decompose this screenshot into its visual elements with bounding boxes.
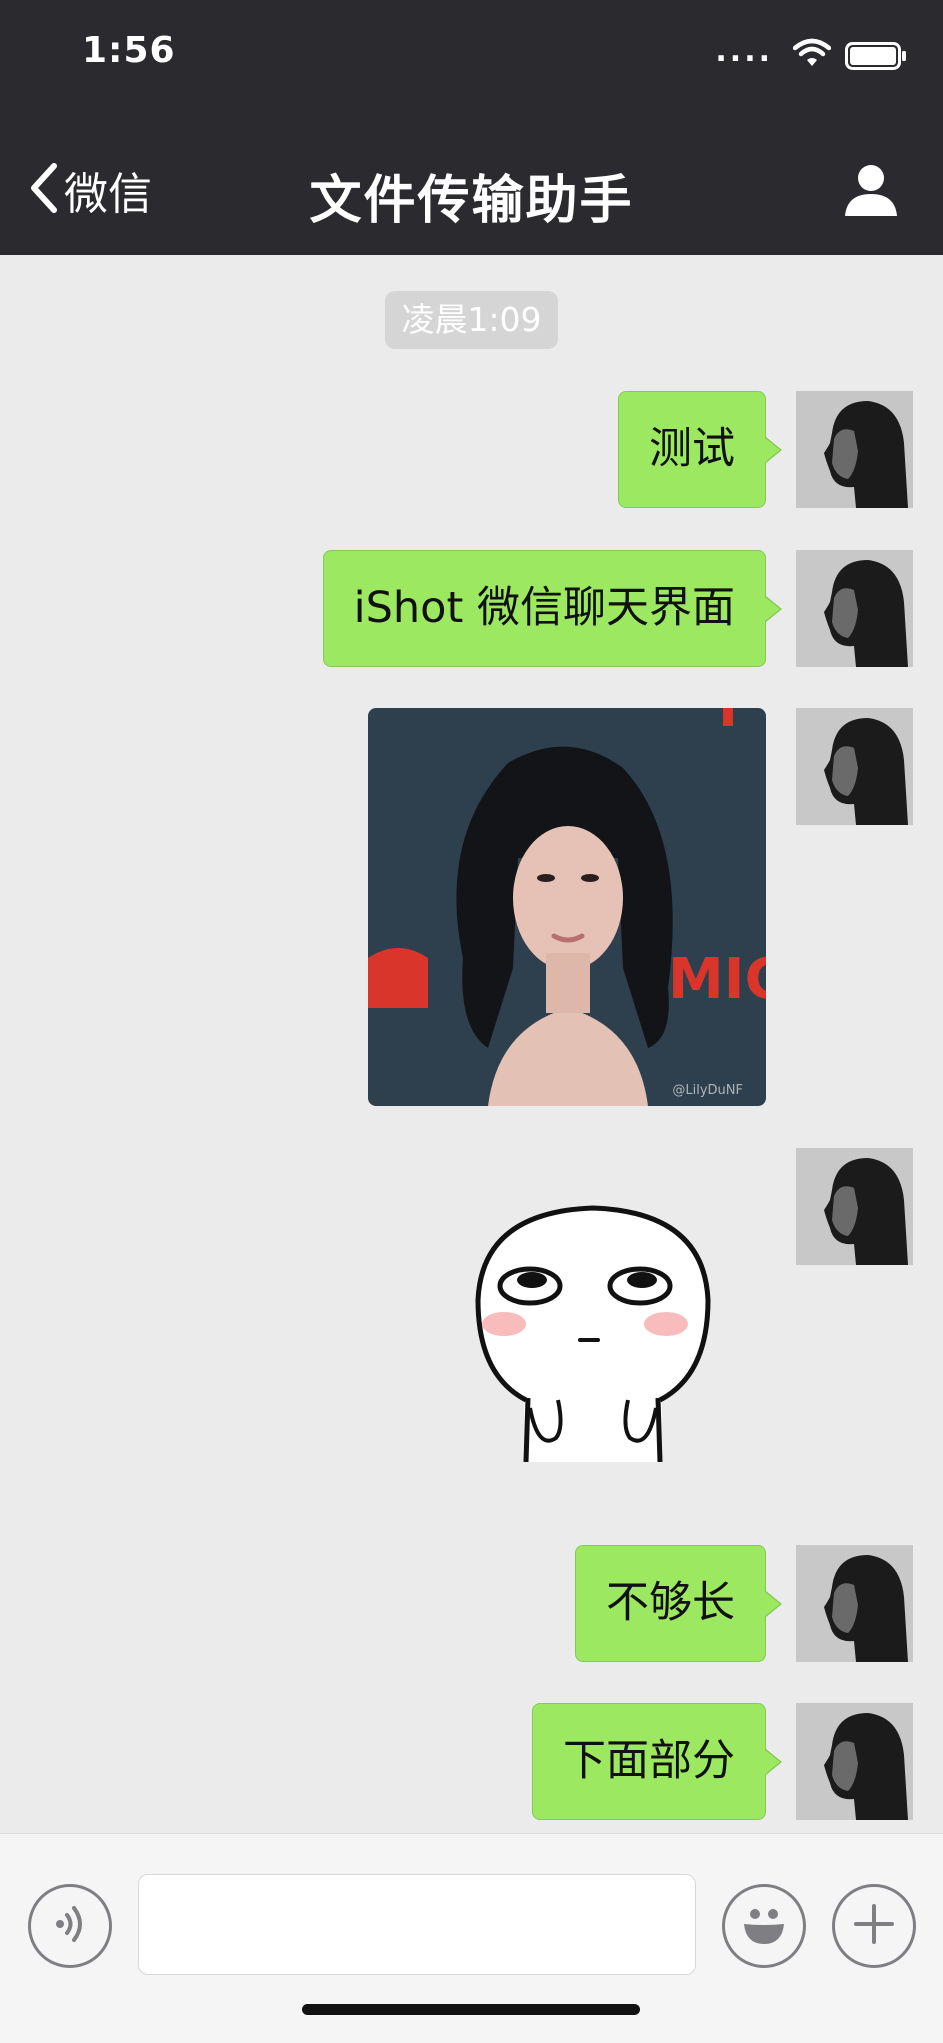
message-bubble[interactable]: 测试 (618, 391, 782, 508)
svg-text:MIC: MIC (668, 947, 766, 1012)
voice-icon (48, 1902, 92, 1950)
plus-icon (850, 1900, 898, 1952)
plus-button[interactable] (832, 1884, 916, 1968)
avatar[interactable] (796, 391, 913, 508)
message-input[interactable] (138, 1874, 696, 1975)
avatar[interactable] (796, 1148, 913, 1265)
avatar[interactable] (796, 550, 913, 667)
home-indicator[interactable] (302, 2004, 640, 2015)
avatar[interactable] (796, 1545, 913, 1662)
message-bubble[interactable]: 不够长 (575, 1545, 782, 1662)
status-time: 1:56 (82, 30, 176, 71)
chat-area[interactable]: 凌晨1:09 测试 iShot 微信聊天界面 MIC @LilyDuNF 不够长… (0, 255, 943, 1833)
message-bubble[interactable]: 下面部分 (532, 1703, 782, 1820)
message-bubble[interactable]: iShot 微信聊天界面 (322, 550, 783, 667)
message-image[interactable]: MIC @LilyDuNF (368, 708, 766, 1106)
profile-icon[interactable] (843, 162, 899, 222)
avatar[interactable] (796, 1703, 913, 1820)
battery-icon (845, 42, 907, 74)
nav-bar: 微信 文件传输助手 (0, 110, 943, 255)
avatar[interactable] (796, 708, 913, 825)
status-bar: 1:56 .... (0, 0, 943, 110)
emoji-button[interactable] (722, 1884, 806, 1968)
sticker-message[interactable] (468, 1200, 718, 1463)
voice-button[interactable] (28, 1884, 112, 1968)
input-bar (0, 1833, 943, 2043)
page-title: 文件传输助手 (309, 171, 634, 231)
emoji-icon (734, 1894, 794, 1958)
message-timestamp: 凌晨1:09 (385, 291, 558, 349)
wifi-icon (792, 38, 832, 72)
image-watermark: @LilyDuNF (672, 1083, 743, 1098)
signal-icon: .... (715, 34, 773, 69)
